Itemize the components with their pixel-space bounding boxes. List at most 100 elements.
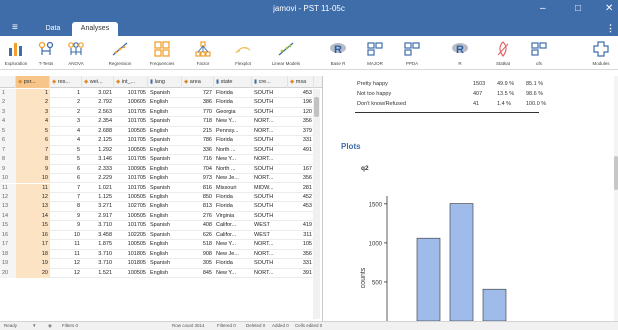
table-row[interactable]: 12 12 7 1.125 100505 English 850 Florida SOUTH 45…	[0, 192, 320, 203]
grid-cell[interactable]: MIDW...	[252, 184, 288, 193]
maximize-button[interactable]: □	[575, 3, 581, 15]
grid-cell[interactable]: 276	[182, 212, 214, 221]
grid-cell[interactable]: 1.125	[82, 193, 114, 202]
grid-cell[interactable]: 1	[16, 89, 50, 99]
table-row[interactable]: 20 20 12 1.521 100505 English 845 New Y... NORT.…	[0, 268, 320, 278]
grid-cell[interactable]: 3	[16, 107, 50, 118]
grid-cell[interactable]: 408	[182, 221, 214, 230]
grid-cell[interactable]: SOUTH	[252, 98, 288, 107]
grid-cell[interactable]: 816	[182, 184, 214, 193]
grid-cell[interactable]	[288, 212, 314, 221]
column-header-area[interactable]: ◆ area	[182, 76, 214, 88]
grid-cell[interactable]: English	[148, 108, 182, 117]
grid-cell[interactable]: 102205	[114, 231, 148, 240]
filter-icon[interactable]: ▼	[32, 322, 36, 330]
grid-cell[interactable]: 2.229	[82, 174, 114, 183]
ribbon-t-tests[interactable]: T-Tests	[33, 38, 59, 69]
grid-cell[interactable]: 5	[50, 155, 82, 164]
grid-cell[interactable]: 1.521	[82, 269, 114, 278]
grid-cell[interactable]: 3.710	[82, 259, 114, 268]
row-number[interactable]: 10	[0, 174, 16, 184]
grid-cell[interactable]: NORT...	[252, 155, 288, 164]
grid-cell[interactable]: 100905	[114, 165, 148, 174]
grid-cell[interactable]: English	[148, 269, 182, 278]
results-vertical-scrollbar[interactable]	[614, 76, 618, 321]
grid-cell[interactable]: 100505	[114, 240, 148, 249]
grid-cell[interactable]: SOUTH	[252, 165, 288, 174]
grid-cell[interactable]: SOUTH	[252, 146, 288, 155]
row-number[interactable]: 16	[0, 230, 16, 241]
grid-cell[interactable]: Spanish	[148, 155, 182, 164]
column-header-int[interactable]: ◆ int_...	[114, 76, 148, 88]
grid-cell[interactable]: Georgia	[214, 108, 252, 117]
grid-cell[interactable]: 11	[16, 183, 50, 193]
ribbon-ppda[interactable]: PPDA	[397, 38, 427, 69]
row-number[interactable]: 14	[0, 211, 16, 222]
grid-cell[interactable]: 100505	[114, 127, 148, 136]
grid-cell[interactable]: 101705	[114, 136, 148, 145]
table-row[interactable]: 2 2 2 2.792 100605 English 386 Florida SOUTH 196	[0, 98, 320, 108]
ribbon-ufs[interactable]: ufs	[524, 38, 554, 69]
data-spreadsheet[interactable]: ◆ psr... ◆ res... ◆ wei... ◆ int_... ▮ l…	[0, 76, 323, 321]
ribbon-flexplot[interactable]: Flexplot	[226, 38, 260, 69]
grid-cell[interactable]: 770	[182, 108, 214, 117]
column-header-cre[interactable]: ▮ cre...	[252, 76, 288, 88]
grid-cell[interactable]: 105	[288, 240, 314, 249]
grid-cell[interactable]: English	[148, 212, 182, 221]
grid-cell[interactable]: 20	[16, 268, 50, 278]
close-button[interactable]: ✕	[605, 3, 613, 15]
grid-cell[interactable]: 100505	[114, 212, 148, 221]
grid-cell[interactable]: Califor...	[214, 231, 252, 240]
grid-cell[interactable]: 101705	[114, 89, 148, 98]
grid-cell[interactable]: New Je...	[214, 250, 252, 259]
table-row[interactable]: 5 5 4 2.688 100505 English 215 Pennsy... NORT...…	[0, 126, 320, 137]
grid-cell[interactable]: Spanish	[148, 184, 182, 193]
ribbon-modules[interactable]: Modules	[586, 38, 616, 69]
grid-cell[interactable]: Pennsy...	[214, 127, 252, 136]
grid-cell[interactable]: 626	[182, 231, 214, 240]
column-header-psr[interactable]: ◆ psr...	[16, 76, 50, 88]
grid-cell[interactable]: 101705	[114, 174, 148, 183]
grid-cell[interactable]: 9	[16, 164, 50, 175]
grid-cell[interactable]: 2	[16, 98, 50, 108]
table-row[interactable]: 17 17 11 1.875 100505 English 518 New Y... NORT.…	[0, 240, 320, 250]
grid-cell[interactable]: NORT...	[252, 250, 288, 259]
ribbon-base-r[interactable]: R Base R	[325, 38, 351, 69]
row-number[interactable]: 3	[0, 107, 16, 118]
grid-cell[interactable]: 101805	[114, 250, 148, 259]
table-row[interactable]: 8 8 5 3.146 101705 Spanish 716 New Y... NORT...	[0, 155, 320, 165]
table-row[interactable]: 3 3 2 2.563 101705 English 770 Georgia SOUTH 120	[0, 107, 320, 118]
grid-cell[interactable]: 1.292	[82, 146, 114, 155]
grid-cell[interactable]: NORT...	[252, 240, 288, 249]
grid-cell[interactable]: 2.917	[82, 212, 114, 221]
grid-cell[interactable]: NORT...	[252, 117, 288, 126]
row-number[interactable]: 12	[0, 192, 16, 203]
grid-cell[interactable]: Spanish	[148, 221, 182, 230]
grid-cell[interactable]: 11	[50, 250, 82, 259]
grid-cell[interactable]: English	[148, 240, 182, 249]
grid-cell[interactable]: 167	[288, 165, 314, 174]
table-row[interactable]: 4 4 3 2.354 101705 Spanish 718 New Y... NORT... 3…	[0, 117, 320, 127]
grid-cell[interactable]: 2.792	[82, 98, 114, 107]
grid-cell[interactable]: SOUTH	[252, 212, 288, 221]
grid-cell[interactable]: 4	[50, 136, 82, 145]
grid-cell[interactable]: SOUTH	[252, 136, 288, 145]
grid-cell[interactable]: 2.354	[82, 117, 114, 126]
table-row[interactable]: 11 11 7 1.021 101705 Spanish 816 Missouri MIDW..…	[0, 183, 320, 193]
grid-cell[interactable]: 311	[288, 231, 314, 240]
grid-cell[interactable]: English	[148, 193, 182, 202]
row-number[interactable]: 2	[0, 98, 16, 108]
grid-cell[interactable]: 100605	[114, 98, 148, 107]
grid-cell[interactable]: 3.146	[82, 155, 114, 164]
grid-cell[interactable]: 356	[288, 174, 314, 183]
grid-cell[interactable]: New Y...	[214, 240, 252, 249]
row-number[interactable]: 13	[0, 202, 16, 212]
ribbon-anova[interactable]: ANOVA	[63, 38, 89, 69]
ribbon-major[interactable]: MAJOR	[360, 38, 390, 69]
grid-cell[interactable]: Florida	[214, 98, 252, 107]
grid-cell[interactable]: 12	[50, 269, 82, 278]
grid-cell[interactable]: 11	[50, 240, 82, 249]
grid-cell[interactable]: 908	[182, 250, 214, 259]
grid-cell[interactable]: 336	[182, 146, 214, 155]
hamburger-menu-icon[interactable]: ≡	[12, 23, 18, 33]
